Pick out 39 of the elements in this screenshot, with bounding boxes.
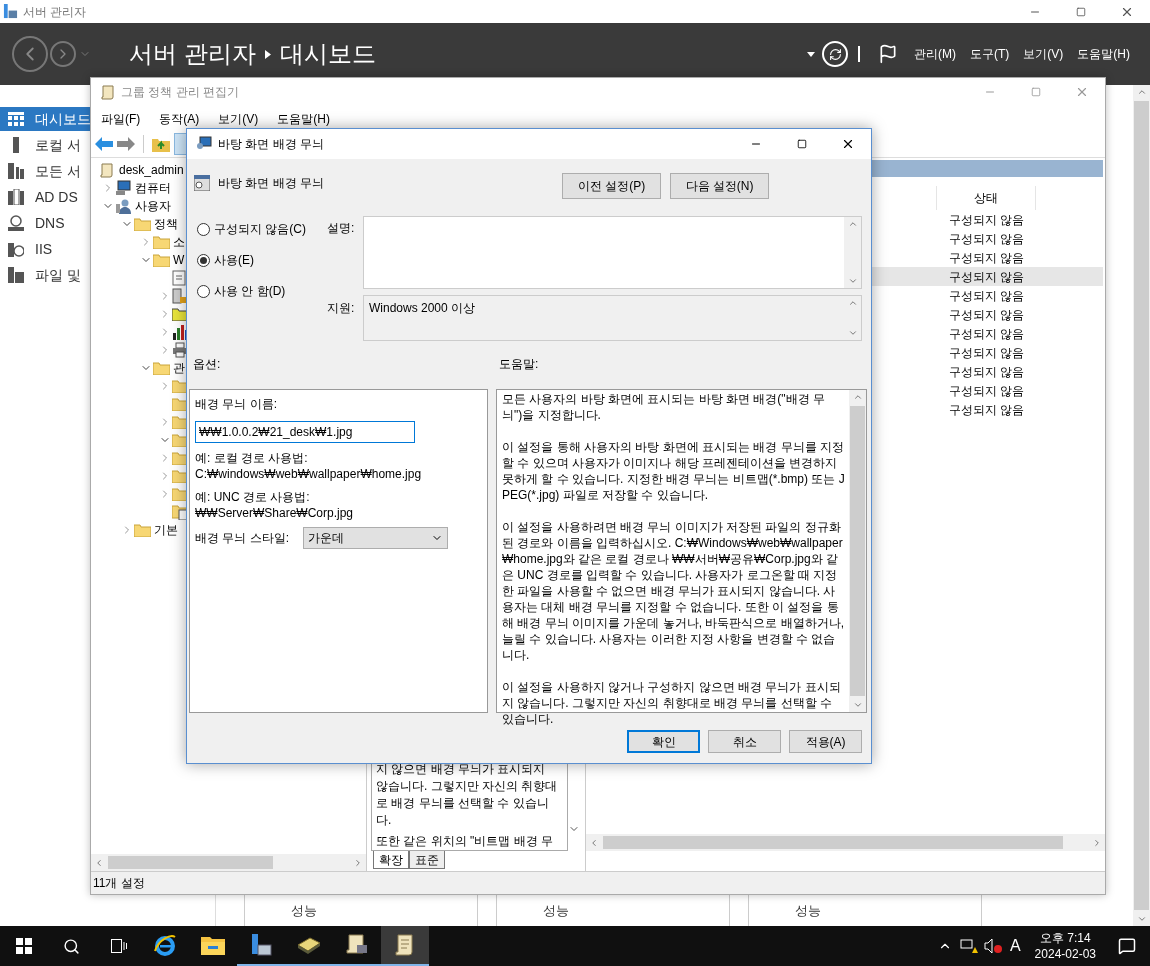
status-cell-text: 구성되지 않음 [949,268,1025,286]
help-text: 이 설정을 통해 사용자의 바탕 화면에 표시되는 배경 무늬를 지정할 수 있으며 사용자가 이미지나 해당 프레젠테이션을 변경하지 못하게 할 수 있습니다. 지정한 배경 무늬는 비트맵(*.bmp) 또는 JPEG(*.jpg) 파일로 저장할 수 있습니다. [502,439,845,503]
example-text: 예: UNC 경로 사용법: ₩₩Server₩Share₩Corp.jpg [195,489,355,521]
example-text: 예: 로컬 경로 사용법: C:₩windows₩web₩wallpaper₩home.jpg [195,450,423,482]
tile-title: 성능 [795,901,821,920]
supported-text: Windows 2000 이상 [368,300,477,317]
status-cell-text: 구성되지 않음 [949,230,1025,248]
option-label: 배경 무늬 스타일: [195,530,290,547]
status-text: 11개 설정 [93,875,145,892]
status-cell-text: 구성되지 않음 [949,287,1025,305]
status-cell-text: 구성되지 않음 [949,306,1025,324]
dialog-title: 바탕 화면 배경 무늬 [218,136,324,153]
help-text: 이 설정을 사용하려면 배경 무늬 이미지가 저장된 파일의 정규화된 경로와 이름을 입력하십시오. C:₩Windows₩web₩wallpaper₩home.jpg와 같은 로컬 경로나 ₩₩서버₩공유₩Corp.jpg와 같은 UNC 경로를 입력할 수 있습니다. 사용자가 로그온할 때 지정한 파일을 사용할 수 없으면 배경 무늬가 표시되지 않습니다. 사용자는 대체 배경 무늬를 지정할 수 없습니다. 또한 이 설정을 통해 배경 무늬 이미지를 가운데 놓거나, 바둑판식으로 배열하거나, 늘릴 수 있습니다. 사용자는 이러한 지정 사항을 변경할 수 없습니다. [502,519,845,663]
option-label: 배경 무늬 이름: [195,396,278,413]
section-label: 옵션: [193,356,222,373]
field-label: 설명: [327,220,356,237]
status-cell-text: 구성되지 않음 [949,325,1025,343]
status-cell-text: 구성되지 않음 [949,344,1025,362]
tile-title: 성능 [291,901,317,920]
description-text: 않습니다. 그렇지만 자신의 취향대 [376,778,559,795]
status-cell-text: 구성되지 않음 [949,211,1025,229]
window-title: 서버 관리자 [23,3,87,21]
description-text: 지 않으면 배경 무늬가 표시되지 [376,761,547,778]
status-cell-text: 구성되지 않음 [949,249,1025,267]
tile-title: 성능 [543,901,569,920]
section-label: 도움말: [499,356,539,373]
window-title: 그룹 정책 관리 편집기 [121,84,239,101]
status-cell-text: 구성되지 않음 [949,382,1025,400]
status-cell-text: 구성되지 않음 [949,363,1025,381]
help-text: 이 설정을 사용하지 않거나 구성하지 않으면 배경 무늬가 표시되지 않습니다. 그렇지만 자신의 취향대로 배경 무늬를 선택할 수 있습니다. [502,679,842,727]
status-cell-text: 구성되지 않음 [949,401,1025,419]
breadcrumb-item: 대시보드 [279,39,376,69]
setting-heading: 바탕 화면 배경 무늬 [218,175,324,192]
help-text: 모든 사용자의 바탕 화면에 표시되는 바탕 화면 배경("배경 무늬")을 지정합니다. [502,391,826,423]
breadcrumb-item: 서버 관리자 [129,39,256,69]
description-text: 다. [376,812,393,829]
description-text: 또한 같은 위치의 "비트맵 배경 무 [376,833,554,850]
field-label: 지원: [327,300,356,317]
description-text: 로 배경 무늬를 선택할 수 있습니 [376,795,550,812]
